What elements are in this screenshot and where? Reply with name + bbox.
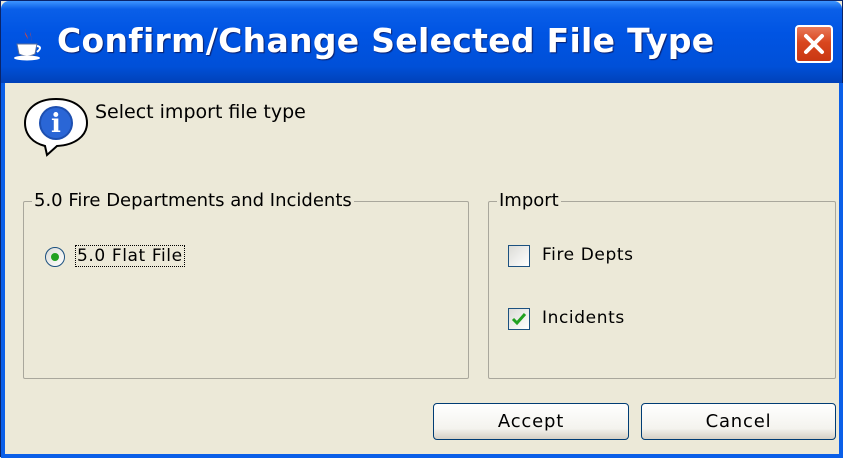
radio-selected-dot [51,253,59,261]
file-type-group: 5.0 Fire Departments and Incidents [23,190,469,379]
java-cup-icon [14,29,41,61]
window-title: Confirm/Change Selected File Type [57,21,715,60]
window-frame-bottom [1,454,843,458]
incidents-checkbox[interactable] [508,308,530,330]
close-icon [804,34,824,54]
fire-depts-label[interactable]: Fire Depts [542,245,634,265]
window-frame-right [839,83,843,458]
info-icon: i [23,97,89,157]
check-mark-icon [511,313,527,326]
file-type-group-title: 5.0 Fire Departments and Incidents [32,190,354,211]
svg-text:i: i [51,109,61,139]
window-frame-left [1,83,5,458]
header-message: Select import file type [95,101,306,123]
import-group: Import [488,190,836,379]
dialog-window: Confirm/Change Selected File Type i Sele… [0,0,843,458]
accept-button[interactable]: Accept [433,403,629,440]
close-button[interactable] [795,25,833,63]
fire-depts-checkbox[interactable] [508,245,530,267]
title-bar[interactable]: Confirm/Change Selected File Type [1,1,842,83]
import-group-title: Import [497,190,561,211]
incidents-label[interactable]: Incidents [542,308,625,328]
flat-file-radio[interactable] [45,247,65,267]
cancel-button[interactable]: Cancel [641,403,836,440]
flat-file-radio-label[interactable]: 5.0 Flat File [75,245,185,267]
